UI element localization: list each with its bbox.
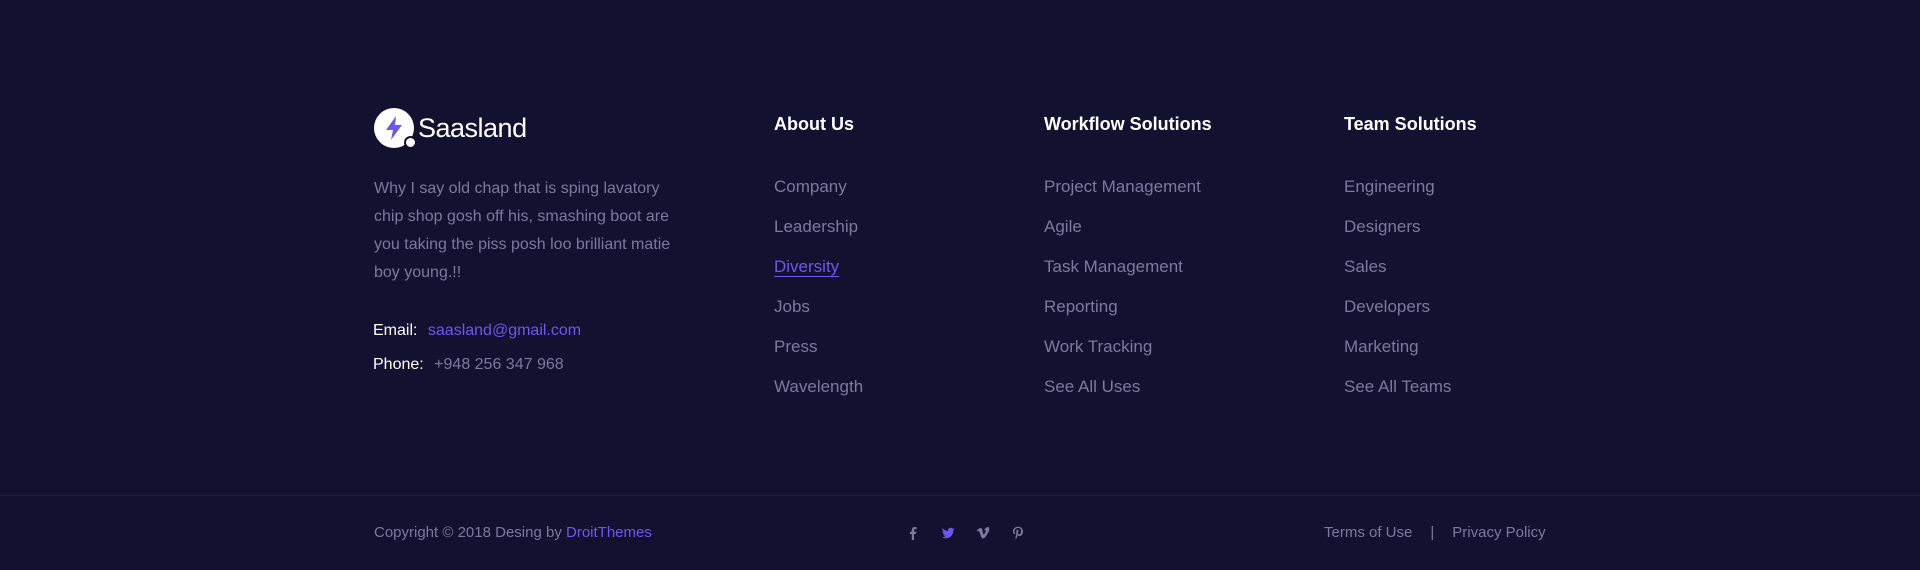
social-links — [895, 524, 1035, 542]
footer-link-item: Engineering — [1344, 173, 1477, 213]
author-link[interactable]: DroitThemes — [566, 524, 652, 541]
footer-link-item: Task Management — [1044, 253, 1212, 293]
footer-link-reporting[interactable]: Reporting — [1044, 297, 1118, 316]
privacy-policy-link[interactable]: Privacy Policy — [1452, 524, 1545, 541]
about-description: Why I say old chap that is sping lavator… — [374, 180, 671, 281]
brand-logo[interactable]: Saasland — [374, 108, 527, 149]
brand-name: Saasland — [418, 112, 527, 143]
footer-link-see-all-teams[interactable]: See All Teams — [1344, 377, 1451, 396]
footer-link-agile[interactable]: Agile — [1044, 217, 1082, 236]
footer-link-engineering[interactable]: Engineering — [1344, 177, 1435, 196]
footer-link-press[interactable]: Press — [774, 337, 817, 356]
about-us-links: Company Leadership Diversity Jobs Press Wavel… — [774, 173, 863, 413]
footer-link-jobs[interactable]: Jobs — [774, 297, 810, 316]
workflow-solutions-heading: Workflow Solutions — [1044, 114, 1212, 134]
team-solutions-links: Engineering Designers Sales Developers Marke… — [1344, 173, 1477, 413]
contact-phone: Phone: +948 256 347 968 — [373, 356, 564, 374]
team-solutions-column: Team Solutions Engineering Designers Sales… — [1344, 114, 1477, 413]
legal-links: Terms of Use | Privacy Policy — [1324, 524, 1546, 541]
contact-email: Email: saasland@gmail.com — [373, 322, 581, 340]
footer-link-item: Leadership — [774, 213, 863, 253]
team-solutions-heading: Team Solutions — [1344, 114, 1477, 134]
footer-link-task-management[interactable]: Task Management — [1044, 257, 1183, 276]
vimeo-icon[interactable] — [965, 524, 1000, 542]
footer-link-see-all-uses[interactable]: See All Uses — [1044, 377, 1140, 396]
about-us-heading: About Us — [774, 114, 854, 134]
footer-link-item: Designers — [1344, 213, 1477, 253]
about-us-column: About Us Company Leadership Diversity Jobs P… — [774, 114, 863, 413]
footer-top: Saasland Why I say old chap that is spin… — [0, 0, 1920, 495]
footer-link-item: Press — [774, 333, 863, 373]
footer-link-item: Reporting — [1044, 293, 1212, 333]
footer-link-item: Sales — [1344, 253, 1477, 293]
terms-of-use-link[interactable]: Terms of Use — [1324, 524, 1412, 541]
footer-link-leadership[interactable]: Leadership — [774, 217, 858, 236]
footer-link-item: Jobs — [774, 293, 863, 333]
footer-link-item: See All Uses — [1044, 373, 1212, 413]
footer-link-item: Project Management — [1044, 173, 1212, 213]
facebook-icon[interactable] — [895, 524, 930, 542]
footer-link-project-management[interactable]: Project Management — [1044, 177, 1201, 196]
footer-link-item: Agile — [1044, 213, 1212, 253]
copyright-text: Copyright © 2018 Desing by — [374, 524, 566, 541]
footer-link-company[interactable]: Company — [774, 177, 847, 196]
legal-separator: | — [1430, 524, 1435, 541]
footer-link-item: Work Tracking — [1044, 333, 1212, 373]
phone-number: +948 256 347 968 — [434, 356, 564, 373]
footer-link-diversity[interactable]: Diversity — [774, 257, 839, 276]
twitter-icon[interactable] — [930, 524, 965, 542]
footer-bottom: Copyright © 2018 Desing by DroitThemes T… — [0, 496, 1920, 570]
footer-link-sales[interactable]: Sales — [1344, 257, 1387, 276]
workflow-solutions-column: Workflow Solutions Project Management Agi… — [1044, 114, 1212, 413]
footer-link-item: Wavelength — [774, 373, 863, 413]
footer-link-item: Company — [774, 173, 863, 213]
email-label: Email: — [373, 322, 418, 339]
footer-link-developers[interactable]: Developers — [1344, 297, 1430, 316]
footer-link-item: Marketing — [1344, 333, 1477, 373]
footer-link-designers[interactable]: Designers — [1344, 217, 1421, 236]
workflow-solutions-links: Project Management Agile Task Management Re… — [1044, 173, 1212, 413]
lightning-logo-icon — [374, 108, 417, 149]
footer-link-item: See All Teams — [1344, 373, 1477, 413]
email-link[interactable]: saasland@gmail.com — [428, 322, 581, 339]
footer-link-work-tracking[interactable]: Work Tracking — [1044, 337, 1152, 356]
footer-link-item: Diversity — [774, 253, 863, 293]
footer-link-item: Developers — [1344, 293, 1477, 333]
pinterest-icon[interactable] — [1000, 524, 1035, 542]
footer-link-wavelength[interactable]: Wavelength — [774, 377, 863, 396]
copyright: Copyright © 2018 Desing by DroitThemes — [374, 524, 652, 541]
footer-link-marketing[interactable]: Marketing — [1344, 337, 1419, 356]
phone-label: Phone: — [373, 356, 424, 373]
